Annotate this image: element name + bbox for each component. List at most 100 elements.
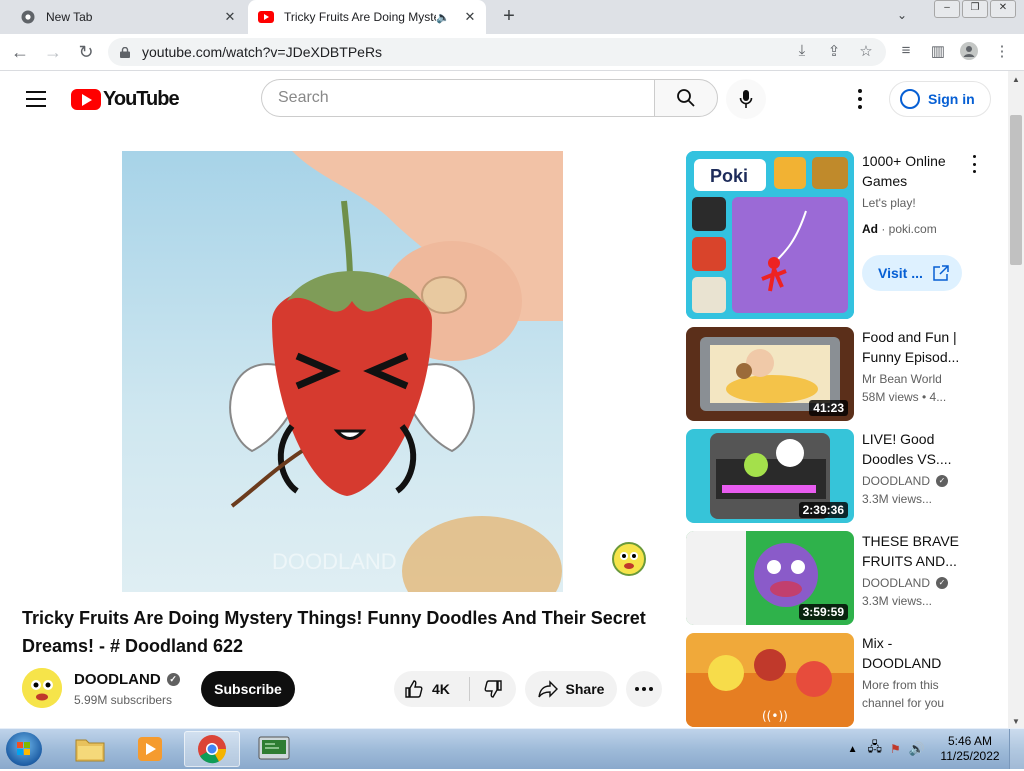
share-page-icon[interactable]: ⇪ [824,42,844,62]
video-thumbnail[interactable]: ((•)) [686,633,854,727]
back-icon[interactable]: ← [10,42,30,63]
lock-icon [120,46,130,58]
recommendation-views: 3.3M views... [862,594,933,608]
minimize-button[interactable]: – [934,0,960,18]
chrome-icon [20,9,36,25]
explorer-taskbar-button[interactable] [62,731,118,767]
like-button[interactable]: 4K [394,679,469,699]
like-count: 4K [432,681,450,697]
sign-in-button[interactable]: Sign in [889,81,991,117]
video-content-image: DOODLAND [229,151,563,592]
page-scrollbar[interactable]: ▲ ▼ [1008,71,1024,728]
media-player-taskbar-button[interactable] [122,731,178,767]
more-actions-button[interactable] [626,671,662,707]
channel-watermark-icon[interactable] [612,542,646,576]
media-player-icon [138,737,162,761]
clock[interactable]: 5:46 AM 11/25/2022 [931,734,1009,764]
voice-search-button[interactable] [726,79,766,119]
start-button[interactable] [6,732,42,766]
forward-icon[interactable]: → [43,42,63,63]
channel-text: More from this [862,678,939,692]
channel-avatar[interactable] [22,668,62,708]
youtube-header: YouTube Search Sign in [0,71,1008,127]
subscribe-button[interactable]: Subscribe [201,671,295,707]
profile-icon[interactable] [959,42,979,62]
media-controls-icon[interactable]: ≡ [896,42,916,62]
recommendation-title[interactable]: Food and Fun | Funny Episod... [862,327,962,367]
logo-text: YouTube [103,88,180,110]
recommendation-channel: More from this [862,678,939,692]
ad-domain: poki.com [888,222,937,236]
recommendation-item[interactable]: 3:59:59 THESE BRAVE FRUITS AND... DOODLA… [686,531,986,625]
recommendation-title[interactable]: Mix - DOODLAND [862,633,962,673]
recommendation-title[interactable]: THESE BRAVE FRUITS AND... [862,531,962,571]
restore-button[interactable]: ❐ [962,0,988,18]
speaker-icon[interactable]: 🔈 [436,11,450,24]
ad-title[interactable]: 1000+ Online Games [862,151,962,191]
install-icon[interactable]: ⤓ [792,42,812,62]
video-thumbnail[interactable]: 2:39:36 [686,429,854,523]
recommendation-views: 58M views • 4... [862,390,947,404]
video-player[interactable]: DOODLAND [0,127,670,592]
svg-text:((•)): ((•)) [762,709,788,723]
share-button[interactable]: Share [525,671,617,707]
new-tab-button[interactable]: + [498,6,520,28]
video-frame[interactable]: DOODLAND [122,151,563,592]
network-icon[interactable]: 🖧 [868,738,883,760]
bookmark-star-icon[interactable]: ☆ [856,42,876,62]
tab-title: Tricky Fruits Are Doing Myste [284,10,437,24]
windows-taskbar: ▲ 🖧 ⚑ 🔊 5:46 AM 11/25/2022 [0,728,1024,769]
recommendation-views: channel for you [862,696,945,710]
dislike-button[interactable] [470,679,516,699]
address-bar[interactable]: youtube.com/watch?v=JDeXDBTPeRs [108,38,886,66]
ad-meta: Ad · poki.com [862,222,937,236]
verified-icon: ✓ [936,475,949,487]
browser-menu-icon[interactable]: ⋮ [992,42,1012,62]
system-tray: ▲ 🖧 ⚑ 🔊 5:46 AM 11/25/2022 [848,729,1024,769]
volume-icon[interactable]: 🔊 [909,741,925,757]
channel-name[interactable]: DOODLAND ✓ [74,671,180,688]
recommendation-item[interactable]: 2:39:36 LIVE! Good Doodles VS.... DOODLA… [686,429,986,523]
search-button[interactable] [654,79,718,117]
recommendation-item[interactable]: 41:23 Food and Fun | Funny Episod... Mr … [686,327,986,421]
visit-label: Visit ... [878,265,923,281]
tray-expand-icon[interactable]: ▲ [848,744,858,755]
terminal-app-icon [258,736,290,760]
settings-more-icon[interactable] [852,89,868,109]
tab-close-icon[interactable]: ✕ [222,9,238,25]
show-desktop-button[interactable] [1009,729,1024,769]
tab-search-chevron-icon[interactable]: ⌄ [897,8,907,22]
recommendation-item[interactable]: ((•)) Mix - DOODLAND More from this chan… [686,633,986,727]
scrollbar-thumb[interactable] [1010,115,1022,265]
folder-icon [75,739,105,762]
visit-ad-button[interactable]: Visit ... [862,255,962,291]
search-input[interactable]: Search [261,79,654,117]
chrome-taskbar-button[interactable] [184,731,240,767]
reload-icon[interactable]: ↻ [76,42,96,63]
url-text: youtube.com/watch?v=JDeXDBTPeRs [142,44,383,60]
scroll-up-arrow-icon[interactable]: ▲ [1012,75,1020,84]
window-controls: – ❐ ✕ [932,0,1016,20]
tab-close-icon[interactable]: ✕ [462,9,478,25]
clock-date: 11/25/2022 [940,749,1000,763]
microphone-icon [739,90,753,108]
guide-menu-icon[interactable] [26,91,46,112]
video-watermark-text: DOODLAND [272,549,397,574]
video-thumbnail[interactable]: 3:59:59 [686,531,854,625]
ad-more-icon[interactable] [970,155,978,173]
tab-youtube-video[interactable]: Tricky Fruits Are Doing Myste 🔈 ✕ [248,0,486,34]
youtube-logo[interactable]: YouTube [71,88,180,111]
sign-in-label: Sign in [928,91,975,107]
close-window-button[interactable]: ✕ [990,0,1016,18]
verified-icon: ✓ [166,673,180,686]
action-center-icon[interactable]: ⚑ [890,742,901,756]
recommendation-title[interactable]: LIVE! Good Doodles VS.... [862,429,962,469]
side-panel-icon[interactable]: ▥ [928,42,948,62]
tab-new-tab[interactable]: New Tab ✕ [6,0,246,34]
app-taskbar-button[interactable] [246,731,302,767]
search-icon [677,89,695,107]
subscriber-count: 5.99M subscribers [74,693,173,707]
video-thumbnail[interactable]: 41:23 [686,327,854,421]
scroll-down-arrow-icon[interactable]: ▼ [1012,717,1020,726]
ad-thumbnail[interactable]: Poki [686,151,854,319]
